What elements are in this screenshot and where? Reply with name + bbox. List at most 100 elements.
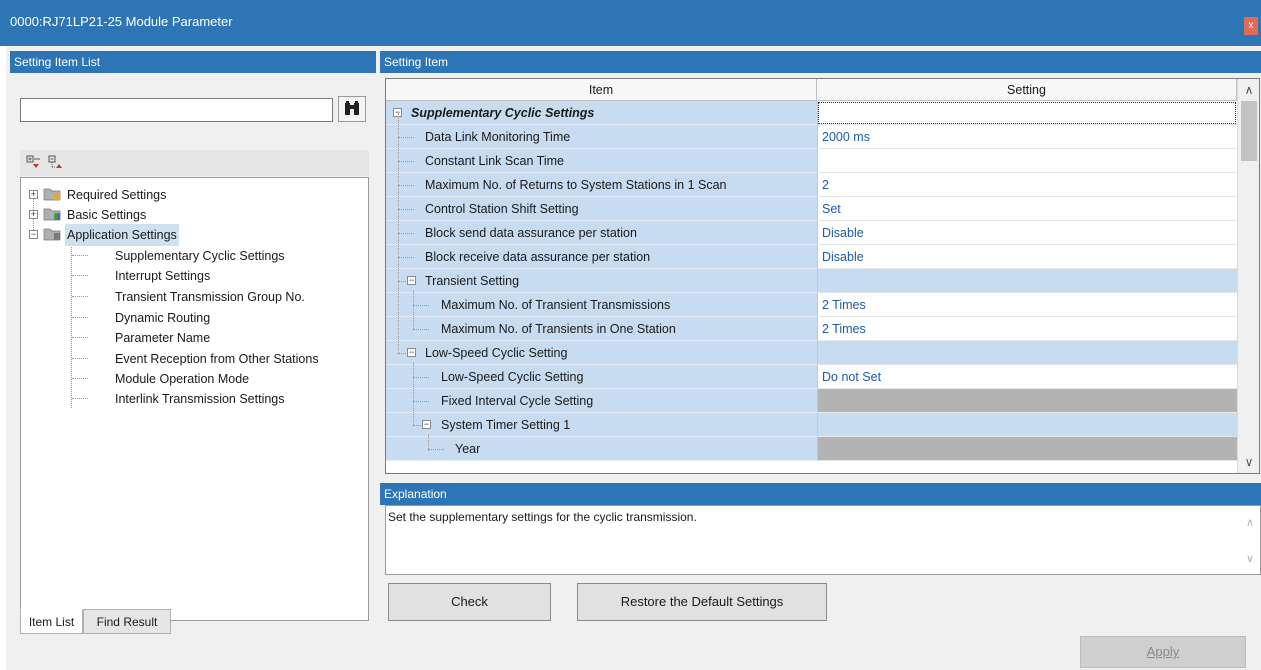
grid-row[interactable]: Low-Speed Cyclic Setting Do not Set — [386, 365, 1237, 389]
grid-row[interactable]: Fixed Interval Cycle Setting — [386, 389, 1237, 413]
window-title: 0000:RJ71LP21-25 Module Parameter — [10, 14, 233, 29]
collapse-icon[interactable]: − — [29, 230, 38, 239]
tree-connector — [72, 255, 88, 256]
tree-item-application[interactable]: − Application Settings — [21, 224, 361, 246]
grid-row[interactable]: − Supplementary Cyclic Settings — [386, 101, 1237, 125]
apply-button[interactable]: Apply — [1080, 636, 1246, 668]
column-header-setting[interactable]: Setting — [817, 79, 1237, 101]
tree-connector — [72, 275, 88, 276]
grid-row[interactable]: − System Timer Setting 1 — [386, 413, 1237, 437]
folder-icon — [43, 228, 61, 241]
item-cell: Maximum No. of Transients in One Station — [386, 317, 817, 341]
tree-item-label: Module Operation Mode — [115, 372, 250, 386]
tree-connector — [398, 113, 399, 353]
tree-connector — [413, 425, 421, 426]
scroll-up-icon[interactable]: ∧ — [1238, 81, 1260, 99]
tree-item-label: Interlink Transmission Settings — [115, 392, 285, 406]
setting-cell[interactable]: Do not Set — [817, 365, 1237, 389]
collapse-icon[interactable]: − — [407, 276, 416, 285]
scroll-up-icon[interactable]: ∧ — [1246, 516, 1254, 529]
item-cell: Constant Link Scan Time — [386, 149, 817, 173]
tree-connector — [72, 317, 88, 318]
tree-item-child[interactable]: Interrupt Settings — [21, 265, 361, 285]
tree-connector — [413, 291, 414, 329]
item-label: System Timer Setting 1 — [441, 418, 571, 432]
item-label: Supplementary Cyclic Settings — [411, 106, 595, 120]
grid-row[interactable]: Data Link Monitoring Time 2000 ms — [386, 125, 1237, 149]
tree-item-child[interactable]: Dynamic Routing — [21, 307, 361, 327]
restore-defaults-button[interactable]: Restore the Default Settings — [577, 583, 827, 621]
item-cell: − Low-Speed Cyclic Setting — [386, 341, 817, 365]
collapse-icon[interactable]: − — [422, 420, 431, 429]
column-header-item[interactable]: Item — [386, 79, 817, 101]
expand-all-icon[interactable] — [26, 155, 41, 170]
setting-cell[interactable]: 2 Times — [817, 293, 1237, 317]
tree-item-child[interactable]: Interlink Transmission Settings — [21, 388, 361, 408]
tree-item-child[interactable]: Transient Transmission Group No. — [21, 286, 361, 306]
expand-icon[interactable]: + — [29, 210, 38, 219]
setting-cell — [817, 341, 1237, 365]
item-label: Fixed Interval Cycle Setting — [441, 394, 594, 408]
setting-cell[interactable]: 2 — [817, 173, 1237, 197]
tree-connector — [398, 161, 414, 162]
tree-item-label: Application Settings — [65, 224, 179, 246]
folder-icon — [43, 188, 61, 201]
tree-connector — [398, 137, 414, 138]
grid-row[interactable]: Maximum No. of Transients in One Station… — [386, 317, 1237, 341]
grid-row[interactable]: − Low-Speed Cyclic Setting — [386, 341, 1237, 365]
search-input[interactable] — [20, 98, 333, 122]
setting-cell[interactable]: Disable — [817, 245, 1237, 269]
item-cell: − Supplementary Cyclic Settings — [386, 101, 817, 125]
item-cell: Year — [386, 437, 817, 461]
tab-find-result[interactable]: Find Result — [83, 609, 171, 634]
item-label: Maximum No. of Transient Transmissions — [441, 298, 671, 312]
grid-row[interactable]: Maximum No. of Transient Transmissions 2… — [386, 293, 1237, 317]
tree-connector — [428, 449, 444, 450]
expand-icon[interactable]: + — [29, 190, 38, 199]
tree-item-child[interactable]: Parameter Name — [21, 327, 361, 347]
setting-cell[interactable] — [817, 101, 1237, 125]
tree-connector — [413, 363, 414, 425]
tree-item-label: Interrupt Settings — [115, 269, 211, 283]
setting-cell[interactable]: 2000 ms — [817, 125, 1237, 149]
grid-row[interactable]: Block send data assurance per station Di… — [386, 221, 1237, 245]
find-button[interactable] — [338, 96, 366, 122]
tree-item-child[interactable]: Supplementary Cyclic Settings — [21, 245, 361, 265]
close-icon[interactable]: x — [1244, 17, 1258, 35]
item-label: Block send data assurance per station — [425, 226, 637, 240]
setting-cell[interactable]: Set — [817, 197, 1237, 221]
setting-cell[interactable]: 2 Times — [817, 317, 1237, 341]
scroll-down-icon[interactable]: ∨ — [1238, 453, 1260, 471]
setting-cell[interactable]: Disable — [817, 221, 1237, 245]
tree-connector — [72, 398, 88, 399]
item-label: Year — [455, 442, 481, 456]
tree-connector — [72, 378, 88, 379]
folder-icon — [43, 208, 61, 221]
tree-item-child[interactable]: Module Operation Mode — [21, 368, 361, 388]
item-cell: − System Timer Setting 1 — [386, 413, 817, 437]
grid-row[interactable]: Year — [386, 437, 1237, 461]
item-cell: Data Link Monitoring Time — [386, 125, 817, 149]
grid-row[interactable]: − Transient Setting — [386, 269, 1237, 293]
setting-cell[interactable] — [817, 149, 1237, 173]
check-button[interactable]: Check — [388, 583, 551, 621]
tree-connector — [398, 257, 414, 258]
scroll-down-icon[interactable]: ∨ — [1246, 552, 1254, 565]
collapse-all-icon[interactable] — [48, 155, 63, 170]
tree-item-required[interactable]: + Required Settings — [21, 184, 361, 204]
grid-row[interactable]: Constant Link Scan Time — [386, 149, 1237, 173]
grid-row[interactable]: Block receive data assurance per station… — [386, 245, 1237, 269]
tree-item-child[interactable]: Event Reception from Other Stations — [21, 348, 361, 368]
tab-item-list[interactable]: Item List — [20, 609, 83, 634]
tree-item-basic[interactable]: + Basic Settings — [21, 204, 361, 224]
grid-row[interactable]: Maximum No. of Returns to System Station… — [386, 173, 1237, 197]
item-label: Constant Link Scan Time — [425, 154, 564, 168]
grid-row[interactable]: Control Station Shift Setting Set — [386, 197, 1237, 221]
item-cell: Block receive data assurance per station — [386, 245, 817, 269]
scroll-thumb[interactable] — [1241, 101, 1257, 161]
grid-scrollbar[interactable]: ∧ ∨ — [1237, 79, 1259, 473]
item-label: Low-Speed Cyclic Setting — [441, 370, 584, 384]
explanation-header: Explanation — [380, 483, 1261, 505]
collapse-icon[interactable]: − — [407, 348, 416, 357]
title-bar: 0000:RJ71LP21-25 Module Parameter x — [0, 0, 1261, 46]
